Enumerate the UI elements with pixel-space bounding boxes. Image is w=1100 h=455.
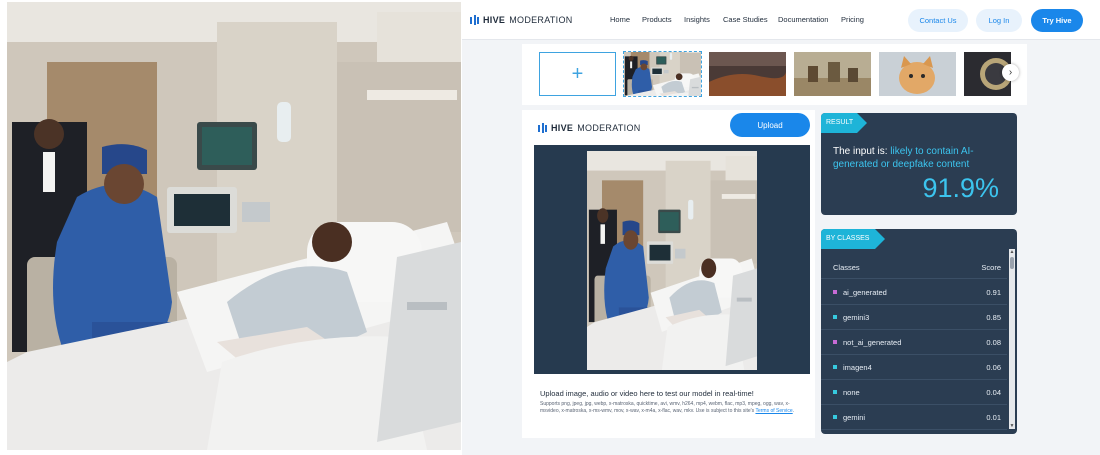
class-color-marker [833, 415, 837, 419]
upload-button[interactable]: Upload [730, 113, 810, 137]
scroll-down-icon[interactable]: ▼ [1009, 423, 1015, 429]
result-text: The input is: likely to contain AI-gener… [833, 145, 1009, 171]
brand-bold: HIVE [483, 15, 506, 25]
nav-pricing[interactable]: Pricing [841, 15, 864, 24]
hive-logo-icon [538, 123, 547, 133]
carousel-next-button[interactable]: › [1002, 64, 1019, 81]
scroll-up-icon[interactable]: ▲ [1009, 249, 1015, 255]
result-tag: RESULT [821, 113, 867, 133]
class-color-marker [833, 340, 837, 344]
nav-documentation[interactable]: Documentation [778, 15, 828, 24]
hospital-photo [7, 2, 461, 450]
class-row: ai_generated 0.91 [821, 280, 1007, 305]
class-color-marker [833, 390, 837, 394]
class-score: 0.08 [986, 338, 1001, 347]
score-col-header: Score [981, 263, 1001, 272]
login-button[interactable]: Log In [976, 9, 1022, 32]
hive-logo-icon [470, 15, 479, 25]
classes-card: BY CLASSES Classes Score ai_generated 0.9… [821, 229, 1017, 434]
try-hive-button[interactable]: Try Hive [1031, 9, 1083, 32]
class-score: 0.91 [986, 288, 1001, 297]
terms-of-service-link[interactable]: Terms of Service [755, 408, 792, 414]
thumbnail-cat[interactable] [879, 52, 956, 96]
class-row: gemini3 0.85 [821, 305, 1007, 330]
navbar: HIVE MODERATION Home Products Insights C… [462, 0, 1100, 40]
upload-heading: Upload image, audio or video here to tes… [540, 389, 754, 398]
class-score: 0.01 [986, 413, 1001, 422]
class-row: not_ai_generated 0.08 [821, 330, 1007, 355]
class-name: none [843, 388, 860, 397]
thumbnail-desert[interactable] [709, 52, 786, 96]
chevron-right-icon: › [1008, 67, 1013, 78]
classes-scrollbar[interactable]: ▲ ▼ [1009, 249, 1015, 429]
class-name: ai_generated [843, 288, 887, 297]
classes-tag: BY CLASSES [821, 229, 885, 249]
brand-light: MODERATION [509, 15, 573, 25]
sample-thumbnail-strip: + › [522, 44, 1027, 105]
class-name: gemini3 [843, 313, 870, 322]
supported-formats-text: Supports png, jpeg, jpg, webp, x-matrosk… [540, 401, 790, 414]
class-score: 0.04 [986, 388, 1001, 397]
result-score: 91.9% [922, 173, 999, 203]
class-color-marker [833, 365, 837, 369]
upload-card: HIVE MODERATION Upload Upload image, aud… [522, 110, 815, 438]
class-name: not_ai_generated [843, 338, 902, 347]
upload-instructions: Upload image, audio or video here to tes… [534, 386, 810, 436]
class-row: gemini 0.01 [821, 405, 1007, 430]
preview-image [587, 151, 757, 370]
hive-logo-card: HIVE MODERATION [538, 123, 641, 133]
contact-us-button[interactable]: Contact Us [908, 9, 968, 32]
thumbnail-hospital[interactable] [623, 51, 702, 97]
nav-products[interactable]: Products [642, 15, 672, 24]
terms-period: . [792, 407, 795, 414]
class-color-marker [833, 315, 837, 319]
nav-home[interactable]: Home [610, 15, 630, 24]
scrollbar-thumb[interactable] [1010, 257, 1014, 269]
class-score: 0.06 [986, 363, 1001, 372]
brand-bold: HIVE [551, 123, 574, 133]
hive-logo[interactable]: HIVE MODERATION [470, 15, 573, 25]
class-color-marker [833, 290, 837, 294]
brand-light: MODERATION [577, 123, 641, 133]
preview-area [534, 145, 810, 374]
class-name: gemini [843, 413, 866, 422]
nav-insights[interactable]: Insights [684, 15, 710, 24]
thumbnail-savanna[interactable] [794, 52, 871, 96]
nav-case-studies[interactable]: Case Studies [723, 15, 768, 24]
classes-header: Classes Score [821, 255, 1007, 279]
class-row: imagen4 0.06 [821, 355, 1007, 380]
hive-moderation-page: HIVE MODERATION Home Products Insights C… [462, 0, 1100, 455]
classes-col-header: Classes [833, 263, 860, 272]
class-score: 0.85 [986, 313, 1001, 322]
supported-formats: Supports png, jpeg, jpg, webp, x-matrosk… [540, 401, 804, 414]
class-name: imagen4 [843, 363, 872, 372]
plus-icon: + [571, 62, 584, 85]
result-prefix: The input is: [833, 146, 888, 157]
class-row: none 0.04 [821, 380, 1007, 405]
add-media-button[interactable]: + [539, 52, 616, 96]
result-card: RESULT The input is: likely to contain A… [821, 113, 1017, 215]
